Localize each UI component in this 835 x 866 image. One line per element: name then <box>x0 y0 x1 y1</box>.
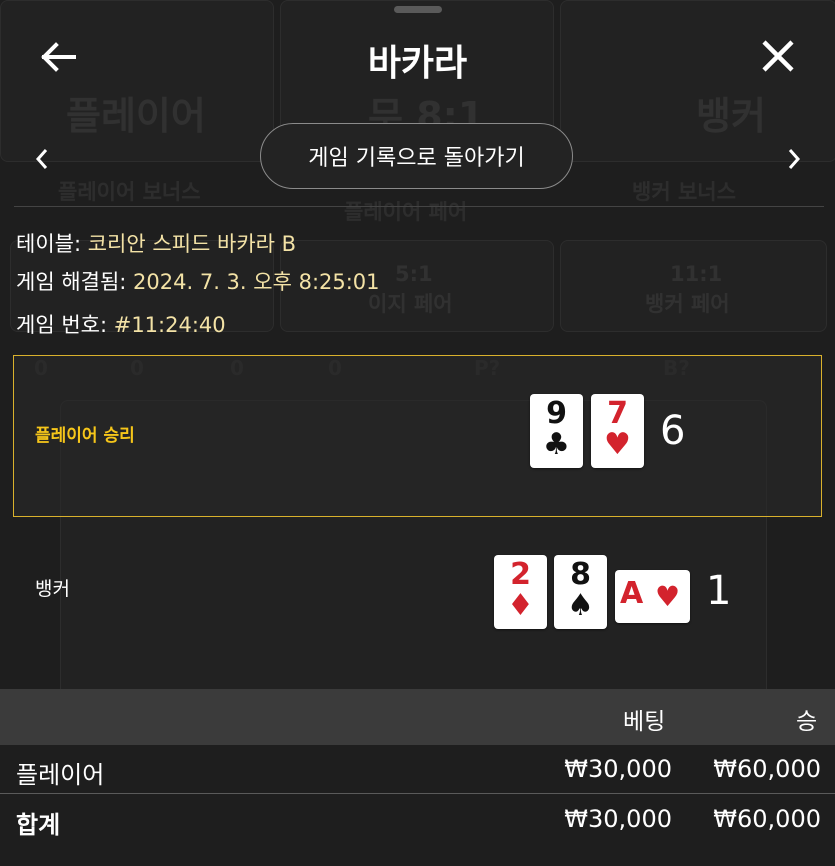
table-label: 테이블: <box>16 232 82 256</box>
bg-label: 11:1 <box>670 262 723 286</box>
bet-row-amount: ₩30,000 <box>564 755 672 783</box>
bg-label: 뱅커 페어 <box>645 292 730 316</box>
chevron-right-icon <box>788 149 801 169</box>
bg-label: 플레이어 보너스 <box>58 180 201 204</box>
bet-row-win: ₩60,000 <box>713 755 821 783</box>
close-button[interactable] <box>758 38 798 76</box>
total-row-name: 합계 <box>16 811 61 839</box>
divider <box>14 206 824 207</box>
game-number-value: #11:24:40 <box>113 313 226 337</box>
next-game-button[interactable] <box>782 144 806 174</box>
bg-label: 이지 페어 <box>368 292 453 316</box>
header: 바카라 <box>0 0 835 110</box>
player-card-1: 9 ♣ <box>530 394 583 468</box>
game-number-label: 게임 번호: <box>16 313 108 337</box>
club-suit-icon: ♣ <box>543 427 570 462</box>
row-divider <box>0 793 835 794</box>
previous-game-button[interactable] <box>30 144 54 174</box>
bet-row-name: 플레이어 <box>16 761 105 789</box>
bets-table-header <box>0 689 835 745</box>
heart-suit-icon: ♥ <box>604 427 631 462</box>
card-rank: 9 <box>546 396 567 431</box>
spade-suit-icon: ♠ <box>567 588 594 623</box>
diamond-suit-icon: ♦ <box>507 588 534 623</box>
bet-column-header: 베팅 <box>623 709 666 735</box>
banker-card-2: 8 ♠ <box>554 555 607 629</box>
card-rank: A <box>620 576 644 611</box>
win-column-header: 승 <box>796 709 818 735</box>
bg-label: 뱅커 보너스 <box>632 180 736 204</box>
bg-label: 플레이어 페어 <box>344 200 468 224</box>
player-score: 6 <box>660 408 686 454</box>
player-card-2: 7 ♥ <box>591 394 644 468</box>
game-number-info: 게임 번호: #11:24:40 <box>16 309 226 339</box>
resolved-info: 게임 해결됨: 2024. 7. 3. 오후 8:25:01 <box>16 266 380 296</box>
total-bet-amount: ₩30,000 <box>564 805 672 833</box>
bg-cell-banker-pair <box>560 240 827 332</box>
banker-label: 뱅커 <box>35 578 70 600</box>
page-title: 바카라 <box>367 43 468 84</box>
banker-card-3: A ♥ <box>615 570 690 623</box>
card-rank: 2 <box>510 557 531 592</box>
banker-score: 1 <box>706 568 732 614</box>
card-rank: 7 <box>607 396 628 431</box>
total-win-amount: ₩60,000 <box>713 805 821 833</box>
table-value: 코리안 스피드 바카라 B <box>87 232 297 256</box>
close-icon <box>762 40 794 72</box>
table-info: 테이블: 코리안 스피드 바카라 B <box>16 228 296 258</box>
chevron-left-icon <box>35 149 48 169</box>
card-rank: 8 <box>570 557 591 592</box>
banker-card-1: 2 ♦ <box>494 555 547 629</box>
bg-label: 5:1 <box>395 262 433 286</box>
back-to-history-button[interactable]: 게임 기록으로 돌아가기 <box>260 123 573 189</box>
heart-suit-icon: ♥ <box>655 580 681 613</box>
player-win-label: 플레이어 승리 <box>35 426 135 446</box>
resolved-value: 2024. 7. 3. 오후 8:25:01 <box>133 270 380 294</box>
resolved-label: 게임 해결됨: <box>16 270 127 294</box>
